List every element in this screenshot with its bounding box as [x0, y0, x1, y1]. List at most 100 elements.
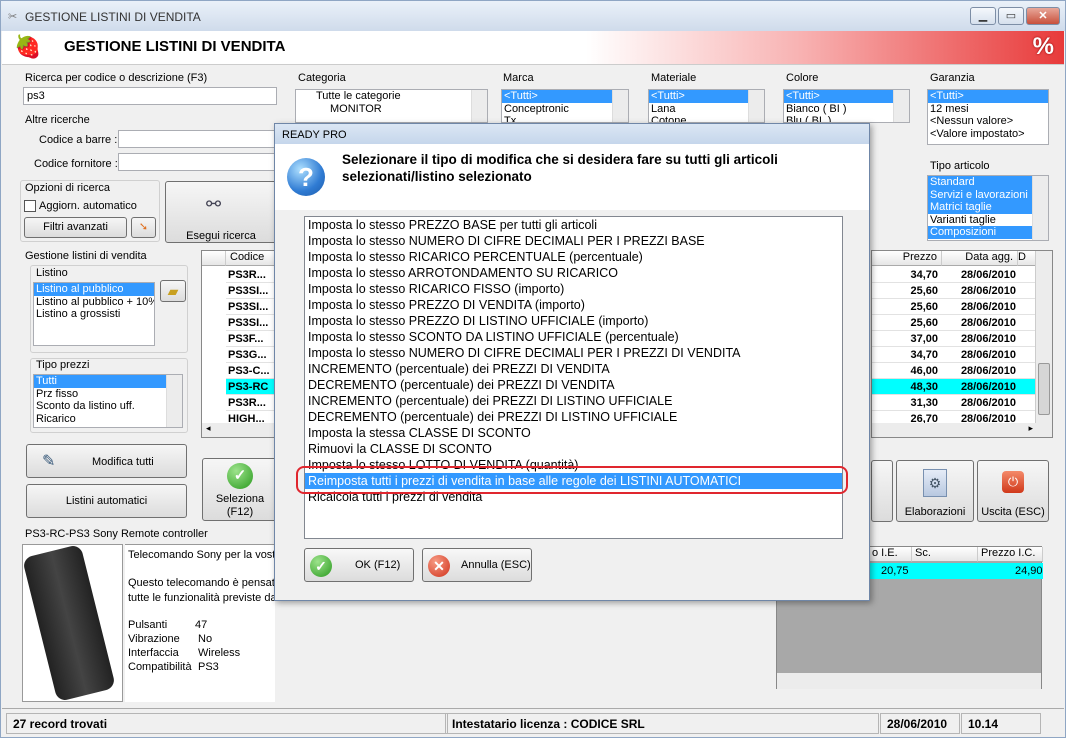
list-item[interactable]: <Tutti>	[502, 90, 628, 103]
table-row[interactable]: 34,70 28/06/2010	[872, 267, 1036, 283]
vertical-scrollbar[interactable]	[1035, 251, 1052, 437]
auto-update-checkbox[interactable]	[24, 200, 36, 212]
list-item[interactable]: Bianco ( BI )	[784, 103, 909, 116]
list-item[interactable]: <Tutti>	[649, 90, 764, 103]
item-type-label: Tipo articolo	[930, 160, 990, 172]
list-item[interactable]: Blu ( BL )	[784, 115, 909, 122]
list-item[interactable]: Servizi e lavorazioni	[928, 188, 1048, 201]
table-row[interactable]: 46,00 28/06/2010	[872, 363, 1036, 379]
item-type-list[interactable]: Standard Servizi e lavorazioni Matrici t…	[927, 175, 1049, 241]
run-search-button[interactable]: ⚯ Esegui ricerca	[165, 181, 277, 243]
list-item[interactable]: Prz fisso	[34, 388, 182, 401]
table-row-code[interactable]: PS3SI...	[226, 283, 276, 299]
table-row-code[interactable]: PS3F...	[226, 331, 276, 347]
scrollbar[interactable]	[893, 90, 909, 122]
list-item[interactable]: Varianti taglie	[928, 214, 1048, 227]
list-item[interactable]: Lana	[649, 103, 764, 116]
modify-option[interactable]: Imposta lo stesso ARROTONDAMENTO SU RICA…	[305, 265, 842, 281]
scrollbar[interactable]	[166, 375, 182, 427]
table-row[interactable]: 48,30 28/06/2010	[872, 379, 1036, 395]
table-row[interactable]: 37,00 28/06/2010	[872, 331, 1036, 347]
hidden-action-button[interactable]	[871, 460, 893, 522]
table-row[interactable]: 34,70 28/06/2010	[872, 347, 1036, 363]
modify-all-button[interactable]: ✎ Modifica tutti	[26, 444, 187, 478]
pricelist-list[interactable]: Listino al pubblico Listino al pubblico …	[33, 282, 155, 346]
exit-button[interactable]: ⏻ Uscita (ESC)	[977, 460, 1049, 522]
minimize-button[interactable]: ▁	[970, 7, 996, 25]
ok-button[interactable]: ✓ OK (F12)	[304, 548, 414, 582]
elaborations-button[interactable]: ⚙ Elaborazioni	[896, 460, 974, 522]
supplier-code-input[interactable]	[118, 153, 278, 171]
table-row[interactable]: 25,60 28/06/2010	[872, 283, 1036, 299]
price-type-list[interactable]: Tutti Prz fisso Sconto da listino uff. R…	[33, 374, 183, 428]
color-list[interactable]: <Tutti> Bianco ( BI ) Blu ( BL )	[783, 89, 910, 123]
list-item[interactable]: Listino al pubblico	[34, 283, 154, 296]
modify-option[interactable]: DECREMENTO (percentuale) dei PREZZI DI V…	[305, 377, 842, 393]
modify-option[interactable]: INCREMENTO (percentuale) dei PREZZI DI L…	[305, 393, 842, 409]
list-item[interactable]: Standard	[928, 176, 1048, 189]
barcode-input[interactable]	[118, 130, 278, 148]
list-item[interactable]: Listino al pubblico + 10%	[34, 296, 154, 309]
modify-option[interactable]: Imposta lo stesso PREZZO DI VENDITA (imp…	[305, 297, 842, 313]
table-row[interactable]: 31,30 28/06/2010	[872, 395, 1036, 411]
table-row-code[interactable]: PS3-RC	[226, 379, 276, 395]
search-input[interactable]: ps3	[23, 87, 277, 105]
list-item[interactable]: Listino a grossisti	[34, 308, 154, 321]
modify-option[interactable]: Imposta lo stesso PREZZO BASE per tutti …	[305, 217, 842, 233]
close-button[interactable]: ✕	[1026, 7, 1060, 25]
list-item[interactable]: Sconto da listino uff.	[34, 400, 182, 413]
scrollbar[interactable]	[471, 90, 487, 122]
scroll-thumb[interactable]	[1038, 363, 1050, 415]
tree-item[interactable]: MONITOR	[296, 103, 487, 116]
select-button[interactable]: ✓ Seleziona (F12)	[202, 458, 277, 521]
advanced-filters-button[interactable]: Filtri avanzati	[24, 217, 127, 238]
modify-option[interactable]: INCREMENTO (percentuale) dei PREZZI DI V…	[305, 361, 842, 377]
modify-option[interactable]: Imposta lo stesso SCONTO DA LISTINO UFFI…	[305, 329, 842, 345]
table-row-code[interactable]: PS3-C...	[226, 363, 276, 379]
horizontal-scrollbar[interactable]	[777, 673, 1041, 689]
list-item[interactable]: <Tutti>	[928, 90, 1048, 103]
scrollbar[interactable]	[612, 90, 628, 122]
modify-option[interactable]: Imposta lo stesso PREZZO DI LISTINO UFFI…	[305, 313, 842, 329]
modify-option[interactable]: Imposta lo stesso NUMERO DI CIFRE DECIMA…	[305, 233, 842, 249]
maximize-button[interactable]: ▭	[998, 7, 1024, 25]
modify-option[interactable]: Imposta la stessa CLASSE DI SCONTO	[305, 425, 842, 441]
auto-lists-button[interactable]: Listini automatici	[26, 484, 187, 518]
list-item[interactable]: Ricarico	[34, 413, 182, 426]
modify-option[interactable]: Imposta lo stesso RICARICO PERCENTUALE (…	[305, 249, 842, 265]
list-item[interactable]: Composizioni	[928, 226, 1048, 239]
tree-item[interactable]: Tutte le categorie	[296, 90, 487, 103]
table-row-code[interactable]: PS3SI...	[226, 315, 276, 331]
list-item[interactable]: Tutti	[34, 375, 182, 388]
list-item[interactable]: Tx	[502, 115, 628, 122]
horizontal-scrollbar[interactable]: ▸	[872, 423, 1037, 437]
table-row-code[interactable]: PS3SI...	[226, 299, 276, 315]
modify-option[interactable]: Imposta lo stesso NUMERO DI CIFRE DECIMA…	[305, 345, 842, 361]
table-row-code[interactable]: PS3R...	[226, 395, 276, 411]
scrollbar[interactable]	[1032, 176, 1048, 240]
list-item[interactable]: Conceptronic	[502, 103, 628, 116]
ok-label: OK (F12)	[355, 559, 401, 571]
warranty-list[interactable]: <Tutti> 12 mesi <Nessun valore> <Valore …	[927, 89, 1049, 145]
material-list[interactable]: <Tutti> Lana Cotone	[648, 89, 765, 123]
list-item[interactable]: 12 mesi	[928, 103, 1048, 116]
category-tree[interactable]: Tutte le categorie MONITOR	[295, 89, 488, 123]
list-item[interactable]: <Nessun valore>	[928, 115, 1048, 128]
table-row[interactable]: 25,60 28/06/2010	[872, 299, 1036, 315]
modify-option[interactable]: Rimuovi la CLASSE DI SCONTO	[305, 441, 842, 457]
arrow-icon[interactable]: ➘	[131, 217, 156, 238]
list-item[interactable]: <Valore impostato>	[928, 128, 1048, 141]
table-row-code[interactable]: PS3G...	[226, 347, 276, 363]
modify-option[interactable]: Imposta lo stesso RICARICO FISSO (import…	[305, 281, 842, 297]
horizontal-scrollbar[interactable]: ◂	[202, 423, 276, 437]
table-row[interactable]: 25,60 28/06/2010	[872, 315, 1036, 331]
brand-list[interactable]: <Tutti> Conceptronic Tx	[501, 89, 629, 123]
scrollbar[interactable]	[748, 90, 764, 122]
list-item[interactable]: <Tutti>	[784, 90, 909, 103]
folder-icon[interactable]: ▰	[160, 280, 186, 302]
list-item[interactable]: Matrici taglie	[928, 201, 1048, 214]
cancel-button[interactable]: ✕ Annulla (ESC)	[422, 548, 532, 582]
table-row-code[interactable]: PS3R...	[226, 267, 276, 283]
list-item[interactable]: Cotone	[649, 115, 764, 122]
modify-option[interactable]: DECREMENTO (percentuale) dei PREZZI DI L…	[305, 409, 842, 425]
